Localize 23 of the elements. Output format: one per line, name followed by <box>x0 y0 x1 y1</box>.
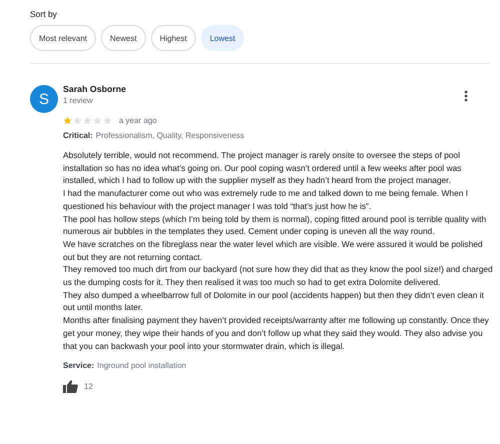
author-meta: 1 review <box>63 95 94 106</box>
service-value: Inground pool installation <box>97 361 186 370</box>
service-label: Service: <box>63 361 94 370</box>
review-paragraph: Months after finalising payment they haven’t provided receipts/warranty after me following up constantly. Once they get your money, they wipe their hands of you and don’t follow up what they said they would. They also advise you that you can backwash your pool into your stormwater drain, which is illegal. <box>63 314 490 352</box>
critical-value: Professionalism, Quality, Responsiveness <box>96 131 244 140</box>
like-count: 12 <box>84 382 93 392</box>
sort-chip[interactable]: Most relevant <box>30 25 96 51</box>
avatar: S <box>30 85 58 113</box>
sort-chip[interactable]: Newest <box>101 25 146 51</box>
critical-label: Critical: <box>63 131 93 140</box>
review-time: a year ago <box>119 116 157 125</box>
sort-chip[interactable]: Highest <box>150 25 196 51</box>
sort-label: Sort by <box>30 9 58 19</box>
review-paragraph: I had the manufacturer come out who was extremely rude to me and talked down to me being female. When I questioned his behaviour with the project manager I was told “that’s just how he is”. <box>63 187 470 213</box>
thumbs-up-icon[interactable] <box>63 380 78 394</box>
author-name[interactable]: Sarah Osborne <box>63 84 464 95</box>
more-options-icon[interactable] <box>464 90 468 102</box>
review-paragraph: The pool has hollow steps (which I’m being told by them is normal), coping fitted around pool is terrible quality with numerous air bubbles in the templates they used. Cement under coping is uneven all the way round. <box>63 212 488 238</box>
sort-chip[interactable]: Lowest <box>200 25 244 51</box>
review-paragraph: They also dumped a wheelbarrow full of Dolomite in our pool (accidents happen) but then they didn’t even clean it out until months later. <box>63 288 485 314</box>
review-paragraph: We have scratches on the fibreglass near the water level which are visible. We were assured it would be polished out but they are not returning contact. <box>63 238 484 264</box>
review-paragraph: They removed too much dirt from our backyard (not sure how they did that as they know the pool size!) and charged us the dumping costs for it. They then realised it was too much so had to get extra Dolomite delivered. <box>63 263 493 289</box>
review-paragraph: Absolutely terrible, would not recommend. The project manager is rarely onsite to oversee the steps of pool installation so has no idea what’s going on. Our pool coping wasn’t ordered until a few weeks after pool was installed, which I had to follow up with the supplier myself as they hadn’t heard from the project manager. <box>63 149 462 188</box>
